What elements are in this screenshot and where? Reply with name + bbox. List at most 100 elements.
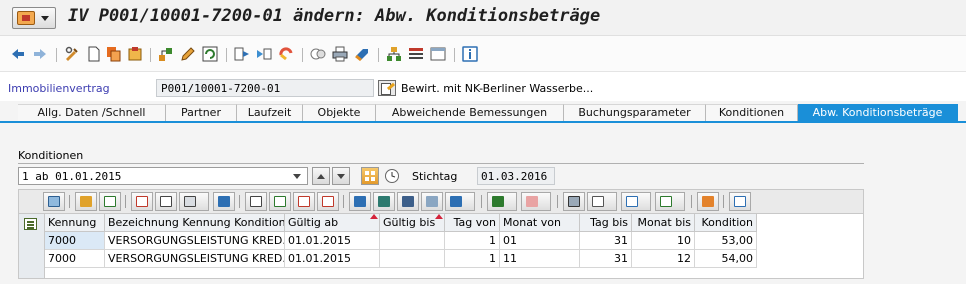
object-icon[interactable]: [310, 46, 326, 62]
tab-allg-daten[interactable]: Allg. Daten /Schnell: [18, 104, 166, 121]
column-header[interactable]: Bezeichnung Kennung Kondition: [105, 214, 285, 232]
edit-text-icon[interactable]: [378, 80, 396, 96]
stichtag-field[interactable]: 01.03.2016: [477, 167, 555, 185]
system-menu-button[interactable]: [12, 7, 56, 29]
print-icon[interactable]: [332, 46, 348, 62]
edit-icon[interactable]: [180, 46, 196, 62]
table-cell[interactable]: 1: [445, 250, 500, 268]
table-cell[interactable]: 31: [580, 232, 632, 250]
paste-button[interactable]: [179, 192, 209, 211]
table-cell[interactable]: 01.01.2015: [285, 232, 380, 250]
app-menu-icon: [17, 11, 35, 25]
select-layout-icon[interactable]: [24, 218, 37, 230]
subtotal-button[interactable]: [521, 192, 551, 211]
subtotal-icon: [526, 196, 538, 207]
table-cell[interactable]: [380, 250, 445, 268]
cut-button[interactable]: [131, 192, 153, 211]
hierarchy-icon[interactable]: [158, 46, 174, 62]
sum-icon: [492, 196, 504, 207]
forward-icon[interactable]: [32, 46, 48, 62]
export-button[interactable]: [621, 192, 651, 211]
insert-row-icon: [274, 196, 286, 207]
info-icon[interactable]: [462, 46, 478, 62]
expand-icon[interactable]: [256, 46, 272, 62]
tab-partner[interactable]: Partner: [166, 104, 237, 121]
table-cell[interactable]: 10: [632, 232, 695, 250]
hierarchy-button[interactable]: [75, 192, 97, 211]
tab-buchungsparameter[interactable]: Buchungsparameter: [564, 104, 706, 121]
graphic-button[interactable]: [697, 192, 719, 211]
refresh-icon[interactable]: [202, 46, 218, 62]
previous-entry-button[interactable]: [312, 167, 330, 185]
condition-group-select[interactable]: 1 ab 01.01.2015: [18, 167, 308, 185]
views-button[interactable]: [587, 192, 617, 211]
table-cell[interactable]: 12: [632, 250, 695, 268]
delete-row-button[interactable]: [293, 192, 315, 211]
create-icon[interactable]: [86, 46, 102, 62]
layout-button[interactable]: [655, 192, 685, 211]
clock-icon[interactable]: [384, 168, 400, 184]
tab-objekte[interactable]: Objekte: [303, 104, 376, 121]
table-cell[interactable]: VERSORGUNGSLEISTUNG KRED.: [105, 232, 285, 250]
copy-icon: [160, 196, 172, 207]
sort-ascending-button[interactable]: [349, 192, 371, 211]
overview-button[interactable]: [361, 167, 379, 185]
column-header[interactable]: Monat von: [500, 214, 580, 232]
save-variant-icon[interactable]: [127, 46, 143, 62]
find-next-button[interactable]: [421, 192, 443, 211]
refresh-button[interactable]: [99, 192, 121, 211]
filter-button[interactable]: [445, 192, 475, 211]
undo-button[interactable]: [213, 192, 235, 211]
tab-abw-konditionsbetraege[interactable]: Abw. Konditionsbeträge: [798, 104, 958, 121]
back-icon[interactable]: [10, 46, 26, 62]
display-change-icon[interactable]: [64, 46, 80, 62]
contract-number-field[interactable]: P001/10001-7200-01: [156, 79, 374, 97]
toolbar-separator: [69, 195, 70, 208]
column-header[interactable]: Kennung: [45, 214, 105, 232]
insert-row-button[interactable]: [269, 192, 291, 211]
info-button[interactable]: [729, 192, 751, 211]
window-icon[interactable]: [430, 46, 446, 62]
column-header[interactable]: Tag bis: [580, 214, 632, 232]
table-cell[interactable]: 53,00: [695, 232, 757, 250]
row-selector-column[interactable]: [19, 214, 45, 278]
tab-konditionen[interactable]: Konditionen: [706, 104, 798, 121]
grid-toolbar: [18, 189, 864, 213]
views-icon: [592, 196, 604, 207]
column-header[interactable]: Monat bis: [632, 214, 695, 232]
table-cell[interactable]: 7000: [45, 250, 105, 268]
table-cell[interactable]: 1: [445, 232, 500, 250]
tab-abweichende-bemessungen[interactable]: Abweichende Bemessungen: [376, 104, 564, 121]
column-header[interactable]: Kondition: [695, 214, 757, 232]
next-entry-button[interactable]: [332, 167, 350, 185]
sort-descending-button[interactable]: [373, 192, 395, 211]
print-button[interactable]: [563, 192, 585, 211]
export-icon: [626, 196, 638, 207]
execute-icon[interactable]: [234, 46, 250, 62]
table-cell[interactable]: 54,00: [695, 250, 757, 268]
copy-button[interactable]: [155, 192, 177, 211]
chevron-down-icon[interactable]: [293, 174, 301, 179]
table-cell[interactable]: 01.01.2015: [285, 250, 380, 268]
layout-icon: [660, 196, 672, 207]
column-header[interactable]: Tag von: [445, 214, 500, 232]
cycle-icon[interactable]: [278, 46, 294, 62]
table-cell[interactable]: [380, 232, 445, 250]
table-cell[interactable]: VERSORGUNGSLEISTUNG KRED.: [105, 250, 285, 268]
table-cell[interactable]: 11: [500, 250, 580, 268]
table-cell[interactable]: 31: [580, 250, 632, 268]
flag-icon[interactable]: [354, 46, 370, 62]
table-cell[interactable]: 7000: [45, 232, 105, 250]
org-icon[interactable]: [386, 46, 402, 62]
column-header[interactable]: Gültig ab: [285, 214, 380, 232]
table-cell[interactable]: 01: [500, 232, 580, 250]
copy-row-button[interactable]: [317, 192, 339, 211]
sum-button[interactable]: [487, 192, 517, 211]
copy-icon[interactable]: [106, 46, 122, 62]
column-header[interactable]: Gültig bis: [380, 214, 445, 232]
list-icon[interactable]: [408, 46, 424, 62]
append-row-button[interactable]: [245, 192, 267, 211]
details-button[interactable]: [43, 192, 65, 211]
tab-laufzeit[interactable]: Laufzeit: [237, 104, 303, 121]
find-button[interactable]: [397, 192, 419, 211]
